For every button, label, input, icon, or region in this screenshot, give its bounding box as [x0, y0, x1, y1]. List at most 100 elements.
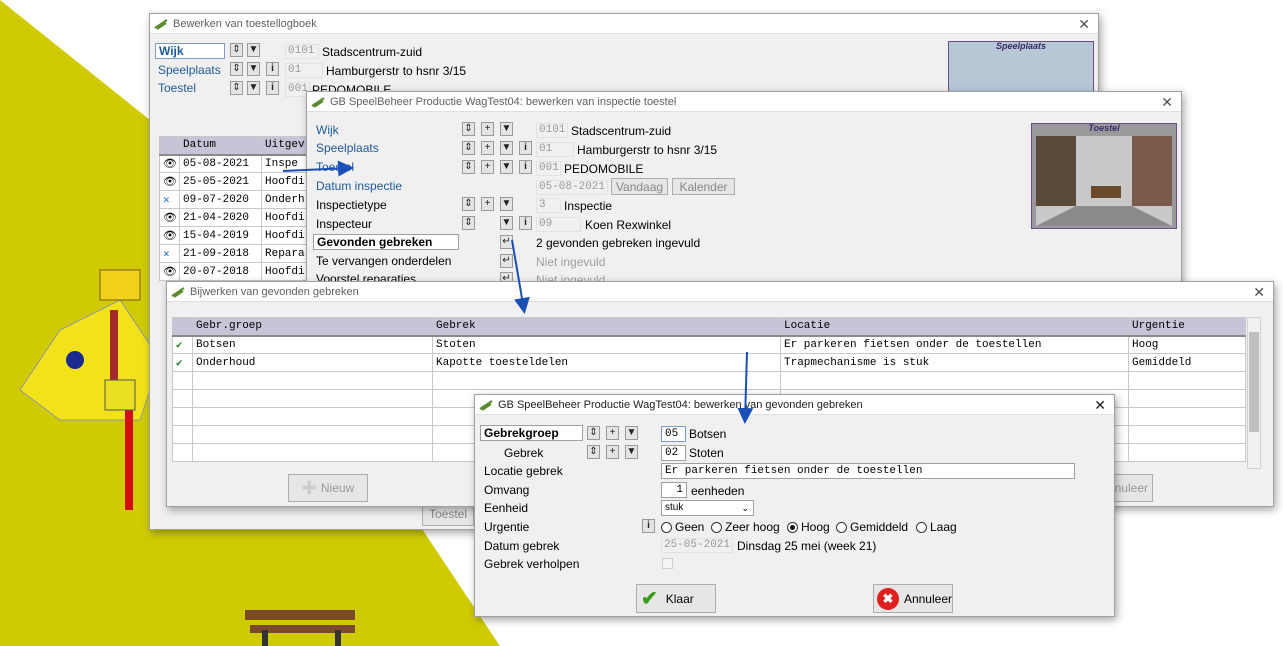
updown-icon[interactable]: ⇕: [587, 445, 600, 459]
omvang-field[interactable]: 1: [661, 482, 687, 498]
gebrekgroep-field[interactable]: Gebrekgroep: [480, 425, 583, 441]
updown-icon[interactable]: ⇕: [230, 43, 243, 57]
eye-icon: 👁: [159, 226, 180, 245]
column-header: Datum: [179, 136, 262, 156]
toestel-code: 001: [536, 161, 561, 176]
table-row[interactable]: 👁 20-07-2018 Hoofdi: [159, 262, 309, 281]
plus-icon: ✚: [301, 477, 317, 498]
wrench-icon: ✕: [159, 190, 180, 209]
photo-title: Toestel: [1088, 123, 1120, 133]
add-icon[interactable]: +: [481, 160, 494, 174]
vertical-scrollbar[interactable]: [1247, 317, 1261, 469]
vervangen-label: Te vervangen onderdelen: [316, 254, 452, 268]
checkmark-icon: ✔: [172, 335, 193, 354]
updown-icon[interactable]: ⇕: [462, 122, 475, 136]
info-icon[interactable]: i: [519, 216, 532, 230]
info-icon[interactable]: i: [519, 141, 532, 155]
add-icon[interactable]: +: [606, 426, 619, 440]
annuleer-button[interactable]: ✖ Annuleer: [873, 584, 953, 613]
gevonden-value: 2 gevonden gebreken ingevuld: [536, 236, 701, 250]
wijk-label: Wijk: [316, 123, 339, 137]
gebrekgroep-code[interactable]: 05: [661, 426, 686, 442]
info-icon[interactable]: i: [266, 81, 279, 95]
table-row[interactable]: 👁 05-08-2021 Inspe: [159, 154, 309, 173]
dropdown-icon[interactable]: ▼: [247, 43, 260, 57]
eye-icon: 👁: [159, 262, 180, 281]
updown-icon[interactable]: ⇕: [462, 160, 475, 174]
verholpen-label: Gebrek verholpen: [484, 557, 580, 571]
inspectietype-code: 3: [536, 198, 561, 213]
speelplaats-value: Hamburgerstr to hsnr 3/15: [326, 64, 467, 78]
updown-icon[interactable]: ⇕: [587, 426, 600, 440]
updown-icon[interactable]: ⇕: [462, 197, 475, 211]
info-icon[interactable]: i: [519, 160, 532, 174]
klaar-button[interactable]: ✔ Klaar: [636, 584, 716, 613]
verholpen-checkbox[interactable]: [662, 558, 673, 569]
gebrek-label: Gebrek: [504, 446, 544, 460]
enter-icon[interactable]: ↵: [500, 235, 513, 249]
updown-icon[interactable]: ⇕: [462, 216, 475, 230]
close-icon[interactable]: ✕: [1094, 397, 1106, 414]
toestel-value: PEDOMOBILE: [564, 162, 644, 176]
vandaag-button[interactable]: Vandaag: [611, 178, 668, 195]
dropdown-icon[interactable]: ▼: [247, 62, 260, 76]
info-icon[interactable]: i: [266, 62, 279, 76]
urgentie-option[interactable]: Laag: [916, 520, 957, 534]
add-icon[interactable]: +: [481, 141, 494, 155]
dropdown-icon[interactable]: ▼: [247, 81, 260, 95]
add-icon[interactable]: +: [481, 122, 494, 136]
info-icon[interactable]: i: [642, 519, 655, 533]
datum-gebrek-text: Dinsdag 25 mei (week 21): [737, 539, 877, 553]
table-row[interactable]: ✔ Onderhoud Kapotte toesteldelen Trapmech…: [172, 353, 1246, 372]
cancel-icon: ✖: [877, 587, 899, 610]
street-photo-image: [1036, 136, 1172, 226]
enter-icon[interactable]: ↵: [500, 254, 513, 268]
locatie-field[interactable]: Er parkeren fietsen onder de toestellen: [661, 463, 1075, 479]
eenheid-select[interactable]: stuk ⌄: [661, 500, 754, 516]
updown-icon[interactable]: ⇕: [462, 141, 475, 155]
omvang-label: Omvang: [484, 483, 530, 497]
table-row[interactable]: [172, 371, 1246, 390]
table-row[interactable]: ✕ 21-09-2018 Repara: [159, 244, 309, 263]
urgentie-option[interactable]: Geen: [661, 520, 704, 534]
scroll-thumb[interactable]: [1249, 332, 1259, 432]
datum-inspectie-field[interactable]: 05-08-2021: [536, 180, 608, 195]
dropdown-icon[interactable]: ▼: [500, 122, 513, 136]
close-icon[interactable]: ✕: [1078, 16, 1090, 33]
gevonden-gebreken-field[interactable]: Gevonden gebreken: [313, 234, 459, 250]
dropdown-icon[interactable]: ▼: [625, 426, 638, 440]
inspecteur-label: Inspecteur: [316, 217, 373, 231]
speelplaats-code: 01: [536, 142, 574, 157]
app-logo-icon: [171, 286, 185, 298]
logbook-table: Datum Uitgev 👁 05-08-2021 Inspe 👁 25-05-202…: [159, 136, 309, 281]
table-row[interactable]: ✔ Botsen Stoten Er parkeren fietsen onder…: [172, 335, 1246, 354]
table-row[interactable]: 👁 15-04-2019 Hoofdi: [159, 226, 309, 245]
datum-gebrek-field[interactable]: 25-05-2021: [661, 538, 733, 553]
datum-gebrek-label: Datum gebrek: [484, 539, 560, 553]
urgentie-option[interactable]: Gemiddeld: [836, 520, 908, 534]
close-icon[interactable]: ✕: [1161, 94, 1173, 111]
window-title: Bewerken van toestellogboek: [173, 17, 317, 30]
updown-icon[interactable]: ⇕: [230, 62, 243, 76]
wijk-field[interactable]: Wijk: [155, 43, 225, 59]
dropdown-icon[interactable]: ▼: [625, 445, 638, 459]
dropdown-icon[interactable]: ▼: [500, 197, 513, 211]
nieuw-button[interactable]: ✚ Nieuw: [288, 474, 368, 502]
dropdown-icon[interactable]: ▼: [500, 216, 513, 230]
add-icon[interactable]: +: [606, 445, 619, 459]
dropdown-icon[interactable]: ▼: [500, 141, 513, 155]
kalender-button[interactable]: Kalender: [672, 178, 735, 195]
close-icon[interactable]: ✕: [1253, 284, 1265, 301]
gebrek-code[interactable]: 02: [661, 445, 686, 461]
urgentie-option-selected[interactable]: Hoog: [787, 520, 830, 534]
add-icon[interactable]: +: [481, 197, 494, 211]
updown-icon[interactable]: ⇕: [230, 81, 243, 95]
dropdown-icon[interactable]: ▼: [500, 160, 513, 174]
urgentie-option[interactable]: Zeer hoog: [711, 520, 780, 534]
table-row[interactable]: 👁 21-04-2020 Hoofdi: [159, 208, 309, 227]
radio-icon: [916, 521, 927, 533]
inspecteur-code: 09: [536, 217, 581, 232]
wijk-value: Stadscentrum-zuid: [571, 124, 672, 138]
table-row[interactable]: 👁 25-05-2021 Hoofdi: [159, 172, 309, 191]
table-row[interactable]: ✕ 09-07-2020 Onderh: [159, 190, 309, 209]
